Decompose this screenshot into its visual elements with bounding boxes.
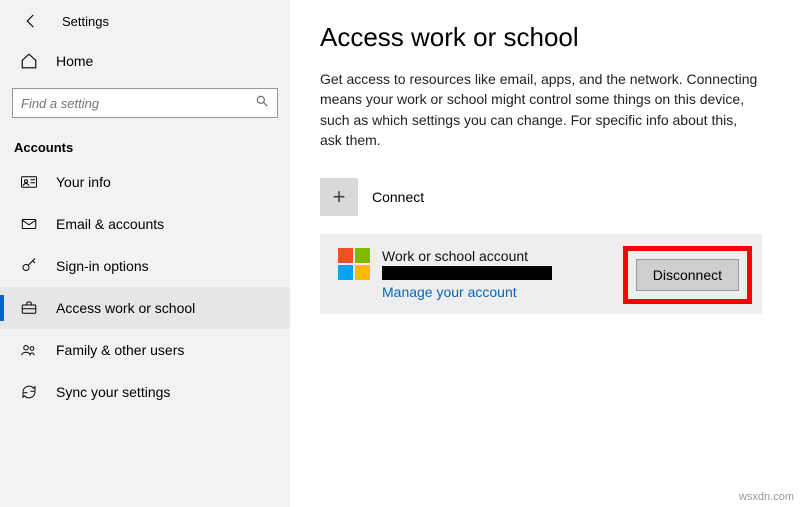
search-icon xyxy=(255,94,269,113)
window-title: Settings xyxy=(62,14,109,29)
sidebar-item-label: Access work or school xyxy=(56,300,195,316)
sidebar-item-signin-options[interactable]: Sign-in options xyxy=(0,245,290,287)
sidebar-item-your-info[interactable]: Your info xyxy=(0,161,290,203)
home-label: Home xyxy=(56,53,93,69)
sidebar-item-label: Sign-in options xyxy=(56,258,149,274)
plus-icon: + xyxy=(320,178,358,216)
sidebar-item-label: Email & accounts xyxy=(56,216,164,232)
main-content: Access work or school Get access to reso… xyxy=(290,0,800,507)
back-arrow-icon[interactable] xyxy=(22,12,40,30)
connect-button[interactable]: + Connect xyxy=(320,178,770,216)
page-description: Get access to resources like email, apps… xyxy=(320,69,760,150)
sidebar-item-label: Sync your settings xyxy=(56,384,170,400)
connect-label: Connect xyxy=(372,189,424,205)
manage-account-link[interactable]: Manage your account xyxy=(382,284,552,300)
home-nav[interactable]: Home xyxy=(0,44,290,78)
people-icon xyxy=(20,341,38,359)
section-label: Accounts xyxy=(0,130,290,161)
mail-icon xyxy=(20,215,38,233)
account-title: Work or school account xyxy=(382,248,552,264)
account-email-redacted xyxy=(382,266,552,280)
sync-icon xyxy=(20,383,38,401)
microsoft-logo-icon xyxy=(338,248,370,280)
search-input[interactable] xyxy=(21,96,255,111)
person-card-icon xyxy=(20,173,38,191)
disconnect-button[interactable]: Disconnect xyxy=(636,259,739,291)
sidebar-item-label: Family & other users xyxy=(56,342,184,358)
sidebar-item-email-accounts[interactable]: Email & accounts xyxy=(0,203,290,245)
briefcase-icon xyxy=(20,299,38,317)
watermark: wsxdn.com xyxy=(739,491,794,503)
window-header: Settings xyxy=(0,0,290,44)
sidebar-item-sync-settings[interactable]: Sync your settings xyxy=(0,371,290,413)
key-icon xyxy=(20,257,38,275)
search-input-container[interactable] xyxy=(12,88,278,118)
sidebar-item-label: Your info xyxy=(56,174,111,190)
home-icon xyxy=(20,52,38,70)
sidebar-item-family-users[interactable]: Family & other users xyxy=(0,329,290,371)
sidebar: Settings Home Accounts Your info Email &… xyxy=(0,0,290,507)
account-card[interactable]: Work or school account Manage your accou… xyxy=(320,234,762,314)
disconnect-highlight: Disconnect xyxy=(623,246,752,304)
page-title: Access work or school xyxy=(320,22,770,53)
account-text: Work or school account Manage your accou… xyxy=(382,248,552,300)
sidebar-item-access-work-school[interactable]: Access work or school xyxy=(0,287,290,329)
